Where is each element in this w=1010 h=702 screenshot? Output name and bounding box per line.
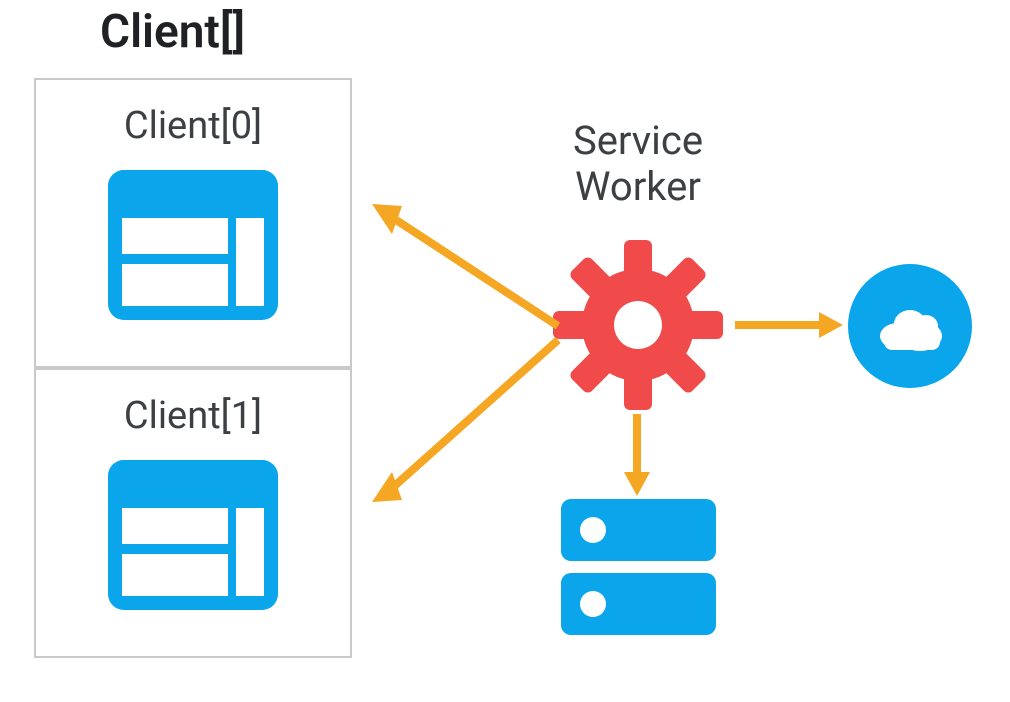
- arrow-to-cloud: [735, 310, 843, 340]
- cloud-icon: [848, 264, 972, 388]
- server-icon: [561, 499, 716, 639]
- service-worker-label-line1: Service: [573, 117, 703, 164]
- client-box-1: Client[1]: [34, 368, 352, 658]
- client-0-label: Client[0]: [36, 104, 350, 148]
- gear-icon: [553, 240, 723, 410]
- browser-window-icon: [108, 460, 278, 610]
- client-1-label: Client[1]: [36, 394, 350, 438]
- arrow-to-cache: [622, 414, 652, 496]
- clients-array-title: Client[]: [100, 5, 245, 59]
- client-box-0: Client[0]: [34, 78, 352, 368]
- arrow-to-client-1: [366, 330, 566, 510]
- arrow-to-client-0: [366, 198, 566, 338]
- browser-window-icon: [108, 170, 278, 320]
- service-worker-label: Service Worker: [498, 118, 778, 210]
- service-worker-label-line2: Worker: [575, 163, 701, 210]
